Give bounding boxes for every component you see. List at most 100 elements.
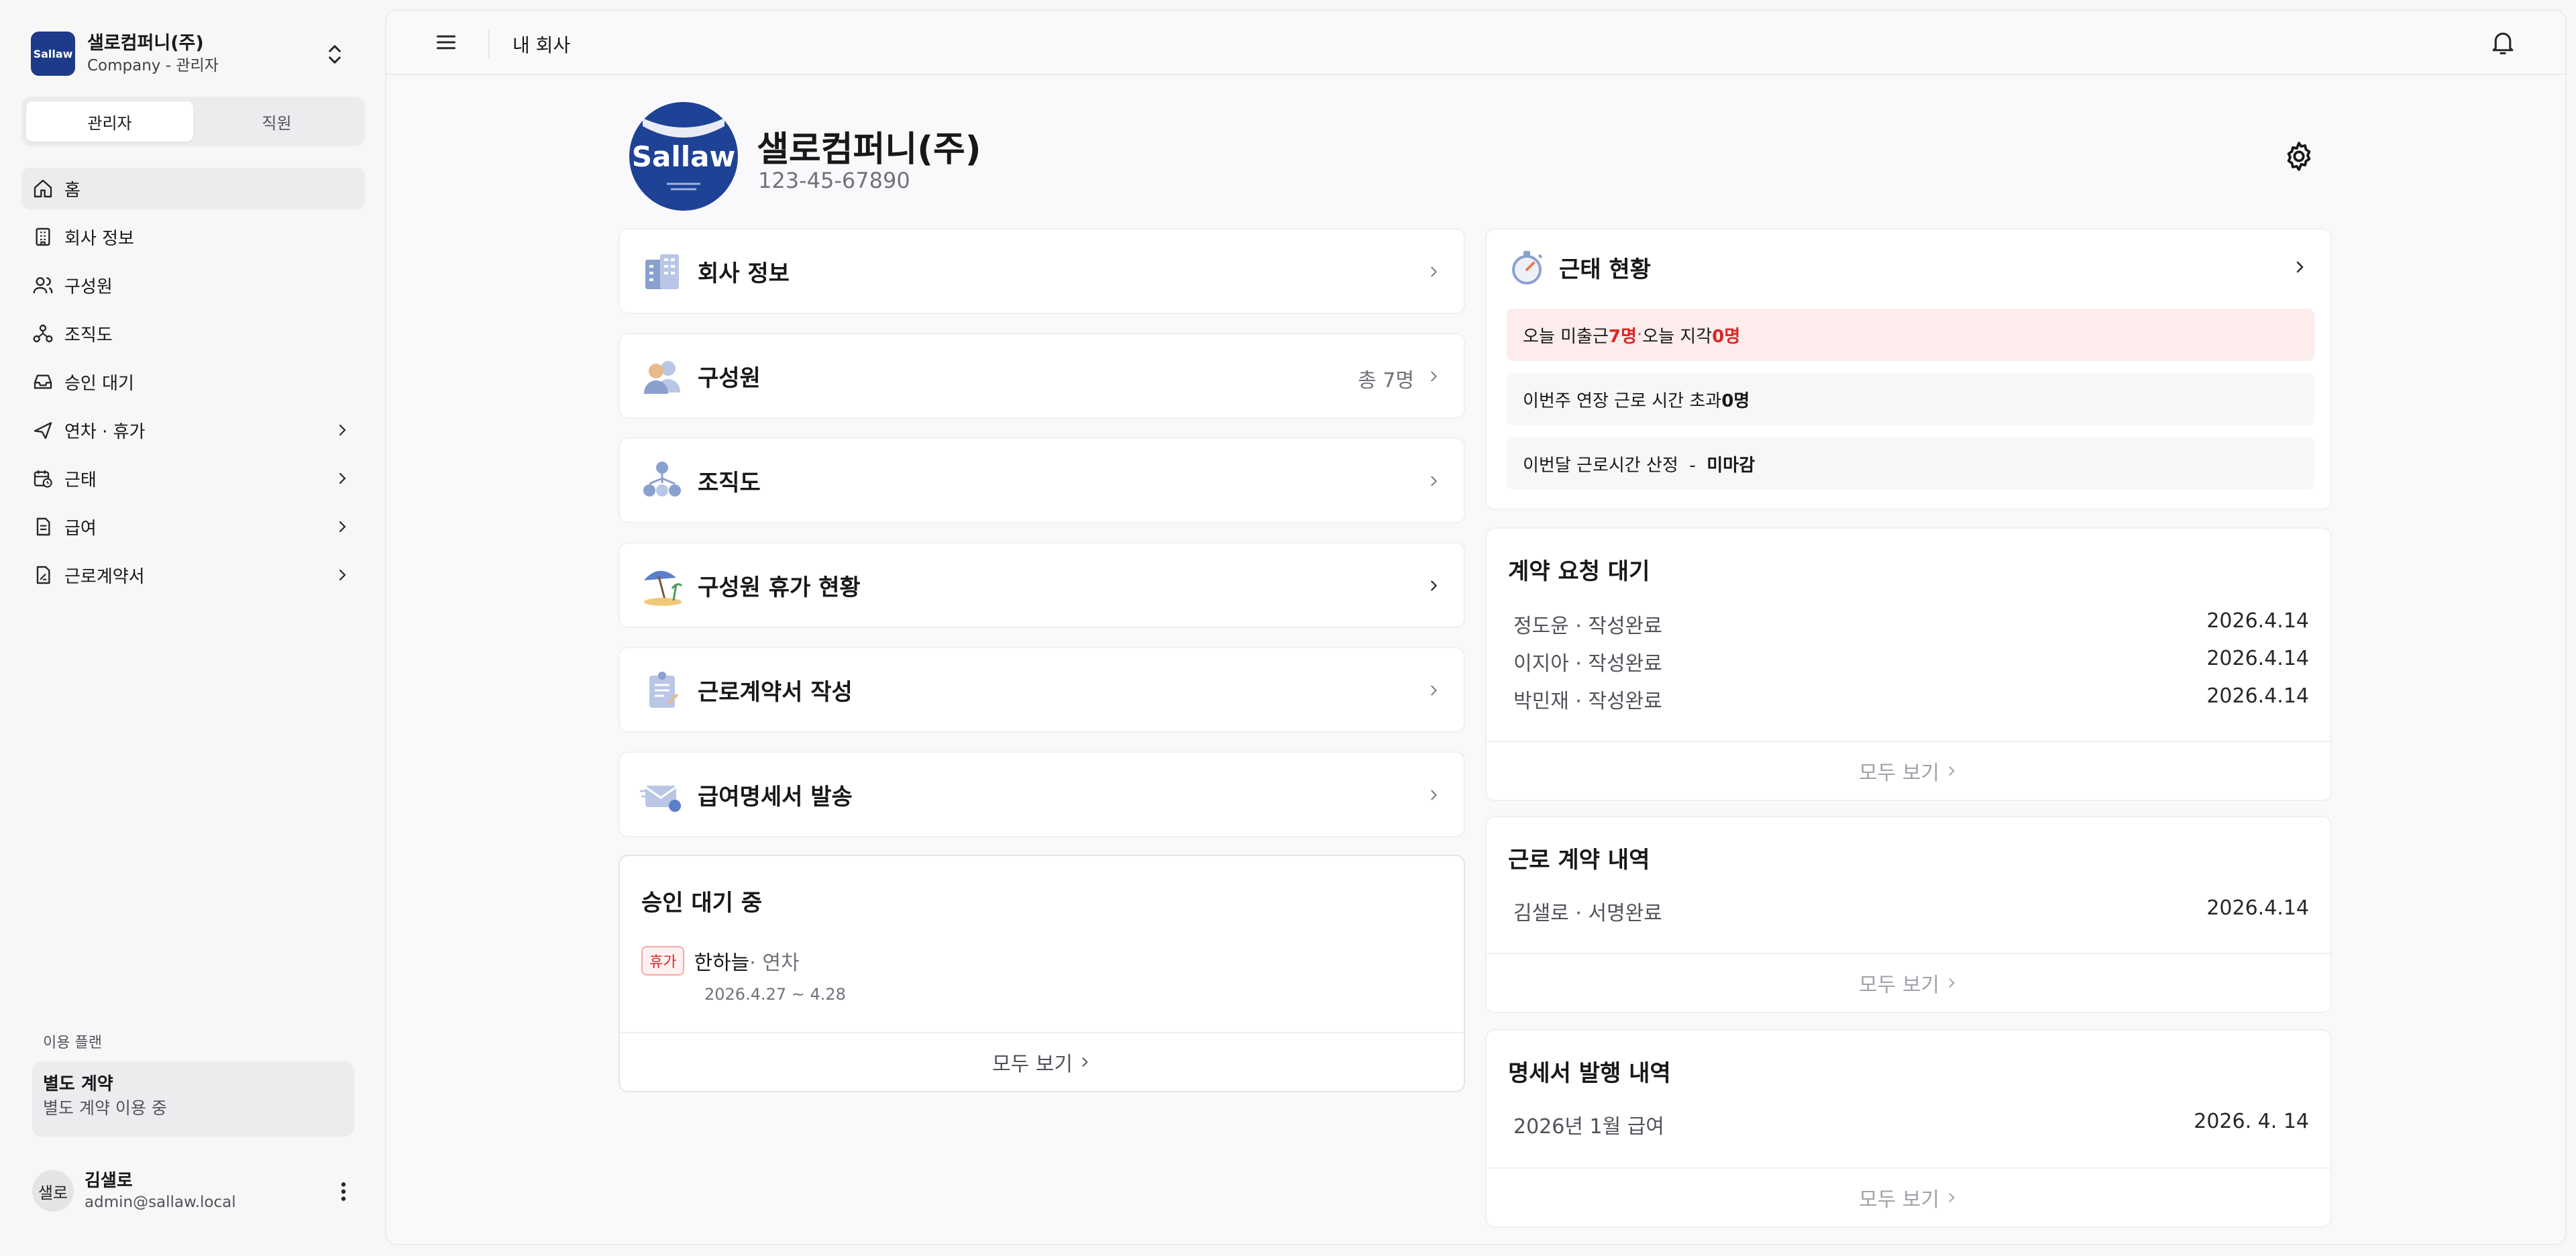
sidebar-item-payroll[interactable]: 급여 (21, 506, 365, 547)
list-item-name: 김샐로 · 서명완료 (1513, 902, 1662, 925)
payslip-history-card: 명세서 발행 내역 2026년 1월 급여 2026. 4. 14 모두 보기 (1485, 1029, 2332, 1228)
contract-history-card: 근로 계약 내역 김샐로 · 서명완료 2026.4.14 모두 보기 (1485, 816, 2332, 1013)
list-item-name: 박민재 · 작성완료 (1513, 690, 1662, 713)
attendance-header[interactable]: 근태 현황 (1507, 247, 1651, 287)
sidebar-item-org-chart[interactable]: 조직도 (21, 313, 365, 354)
attendance-card: 근태 현황 오늘 미출근 7명 · 오늘 지각 0명 이번주 연장 근로 시간 … (1485, 228, 2332, 510)
list-item-date: 2026.4.14 (2206, 609, 2309, 633)
company-logo: Sallaw (31, 32, 75, 76)
sidebar-item-label: 근태 (64, 470, 97, 490)
card-title: 명세서 발행 내역 (1508, 1060, 1671, 1087)
list-item-date: 2026. 4. 14 (2194, 1110, 2309, 1133)
sidebar-item-leave[interactable]: 연차 · 휴가 (21, 409, 365, 451)
status-badge: 휴가 (641, 946, 685, 976)
plan-desc: 별도 계약 이용 중 (43, 1098, 167, 1118)
topbar: 내 회사 (386, 11, 2565, 75)
main-panel: 내 회사 Sallaw 샐로컴퍼니(주) 123-45-67890 회사 정보 … (385, 9, 2567, 1245)
chevron-right-icon (1431, 790, 1437, 800)
list-item[interactable]: 박민재 · 작성완료 2026.4.14 (1513, 684, 2309, 714)
office-building-icon (645, 254, 679, 289)
see-all-button[interactable]: 모두 보기 (1487, 741, 2330, 800)
avatar: 샐로 (32, 1170, 74, 1212)
monthly-hours-label: 이번달 근로시간 산정 - (1523, 455, 1707, 476)
menu-icon[interactable] (436, 34, 456, 51)
chevron-right-icon (1949, 978, 1955, 988)
logo-text: Sallaw (631, 140, 736, 173)
contract-icon (36, 566, 50, 584)
menu-card-write-contract[interactable]: 근로계약서 작성 (619, 647, 1465, 733)
menu-card-members[interactable]: 구성원 총 7명 (619, 333, 1465, 419)
menu-card-label: 회사 정보 (698, 260, 790, 287)
chevron-right-icon (1949, 1193, 1955, 1202)
today-attendance-row: 오늘 미출근 7명 · 오늘 지각 0명 (1507, 309, 2314, 361)
menu-card-member-leave[interactable]: 구성원 휴가 현황 (619, 542, 1465, 628)
list-item[interactable]: 김샐로 · 서명완료 2026.4.14 (1513, 896, 2309, 926)
gear-icon[interactable] (2282, 140, 2316, 173)
chevron-right-icon (1082, 1057, 1088, 1067)
company-switcher[interactable]: Sallaw 샐로컴퍼니(주) Company - 관리자 (19, 19, 362, 89)
payslip-envelope-icon (640, 786, 681, 812)
menu-card-label: 급여명세서 발송 (698, 783, 853, 810)
more-vertical-icon[interactable] (339, 1181, 347, 1202)
sidebar-item-label: 급여 (64, 518, 97, 539)
see-all-button[interactable]: 모두 보기 (620, 1032, 1464, 1091)
sidebar-item-contracts[interactable]: 근로계약서 (21, 554, 365, 596)
user-menu[interactable]: 샐로 김샐로 admin@sallaw.local (32, 1167, 365, 1214)
menu-card-label: 근로계약서 작성 (698, 678, 853, 706)
chevron-right-icon (1949, 766, 1955, 776)
stopwatch-icon (1512, 251, 1543, 284)
page-title: 내 회사 (513, 34, 571, 56)
company-title: 샐로컴퍼니(주) (757, 129, 981, 170)
approval-item[interactable]: 휴가 한하늘 · 연차 (641, 946, 800, 976)
people-icon (644, 361, 680, 394)
home-icon (34, 179, 52, 198)
menu-card-send-payslip[interactable]: 급여명세서 발송 (619, 751, 1465, 837)
sidebar-item-attendance[interactable]: 근태 (21, 458, 365, 499)
sidebar-item-label: 조직도 (64, 325, 113, 346)
org-chart-icon (643, 462, 681, 496)
contract-requests-card: 계약 요청 대기 정도윤 · 작성완료 2026.4.14 이지아 · 작성완료… (1485, 527, 2332, 801)
sidebar-item-label: 구성원 (64, 276, 113, 297)
sidebar-item-approvals[interactable]: 승인 대기 (21, 361, 365, 403)
list-item[interactable]: 2026년 1월 급여 2026. 4. 14 (1513, 1110, 2309, 1139)
see-all-button[interactable]: 모두 보기 (1487, 953, 2330, 1012)
chevron-right-icon[interactable] (2292, 259, 2308, 275)
calendar-clock-icon (34, 470, 52, 488)
card-title: 계약 요청 대기 (1508, 558, 1650, 585)
document-icon (36, 517, 50, 536)
sidebar-nav: 홈 회사 정보 구성원 조직도 승인 대기 연차 · 휴가 근태 급여 근로계약… (21, 168, 365, 603)
inbox-icon (34, 374, 52, 389)
plane-icon (34, 422, 52, 439)
menu-card-org-chart[interactable]: 조직도 (619, 437, 1465, 523)
chevron-right-icon (1431, 580, 1438, 591)
org-chart-icon (33, 324, 53, 343)
role-tab-employee[interactable]: 직원 (193, 101, 360, 142)
company-name: 샐로컴퍼니(주) (87, 33, 204, 54)
list-item[interactable]: 정도윤 · 작성완료 2026.4.14 (1513, 609, 2309, 639)
sidebar-item-company-info[interactable]: 회사 정보 (21, 216, 365, 258)
menu-card-label: 조직도 (698, 469, 761, 496)
approval-type: · 연차 (749, 951, 800, 975)
sidebar-item-members[interactable]: 구성원 (21, 264, 365, 306)
absent-count: 7명 (1608, 326, 1637, 347)
list-item-date: 2026.4.14 (2206, 647, 2309, 670)
building-icon (36, 227, 50, 246)
late-count: 0명 (1712, 326, 1741, 347)
topbar-divider (488, 30, 490, 58)
sidebar-item-home[interactable]: 홈 (21, 168, 365, 209)
company-role: Company - 관리자 (87, 57, 219, 74)
role-tab-admin[interactable]: 관리자 (26, 101, 193, 142)
chevron-right-icon (339, 472, 346, 484)
see-all-label: 모두 보기 (1859, 974, 1939, 997)
see-all-label: 모두 보기 (1859, 1188, 1939, 1212)
see-all-button[interactable]: 모두 보기 (1487, 1167, 2330, 1226)
list-item[interactable]: 이지아 · 작성완료 2026.4.14 (1513, 647, 2309, 676)
bell-icon[interactable] (2490, 30, 2516, 56)
menu-card-company-info[interactable]: 회사 정보 (619, 228, 1465, 314)
see-all-label: 모두 보기 (1859, 762, 1939, 785)
role-toggle: 관리자 직원 (21, 97, 365, 146)
approval-name: 한하늘 (694, 951, 750, 975)
monthly-hours-status: 미마감 (1707, 455, 1756, 476)
chevron-right-icon (1431, 266, 1437, 277)
see-all-label: 모두 보기 (992, 1053, 1073, 1076)
